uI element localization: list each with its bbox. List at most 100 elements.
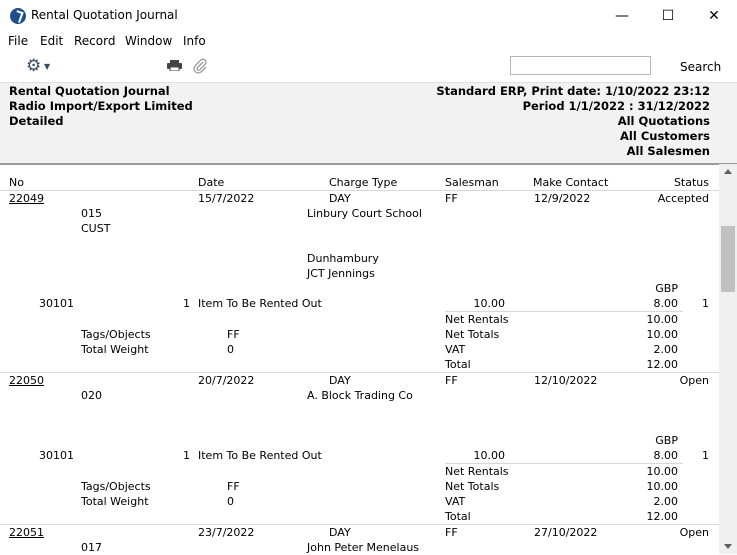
customer-code: 017 <box>81 541 102 554</box>
scroll-down-icon[interactable] <box>724 544 732 549</box>
col-make-contact: Make Contact <box>533 176 609 189</box>
customer-name: Linbury Court School <box>307 207 422 220</box>
customer-category: CUST <box>81 222 111 235</box>
report-body: No Date Charge Type Salesman Make Contac… <box>0 164 719 555</box>
col-date: Date <box>198 176 225 189</box>
scroll-up-icon[interactable] <box>724 169 732 174</box>
item-unit: 1 <box>702 449 709 462</box>
tags-value: FF <box>227 480 240 493</box>
currency: GBP <box>655 282 678 295</box>
charge-type: DAY <box>329 192 351 205</box>
item-qty: 1 <box>183 297 190 310</box>
customer-code: 015 <box>81 207 102 220</box>
report-title: Rental Quotation Journal <box>9 84 170 98</box>
currency: GBP <box>655 434 678 447</box>
total-label: Net Totals <box>445 328 500 341</box>
total-value: 10.00 <box>646 465 679 478</box>
col-no: No <box>9 176 24 189</box>
make-contact-date: 27/10/2022 <box>534 526 598 539</box>
paperclip-icon[interactable] <box>193 58 207 74</box>
divider <box>0 372 719 373</box>
charge-type: DAY <box>329 526 351 539</box>
total-value: 10.00 <box>646 480 679 493</box>
item-qty: 1 <box>183 449 190 462</box>
customer-code: 020 <box>81 389 102 402</box>
close-button[interactable]: ✕ <box>691 0 737 31</box>
total-value: 2.00 <box>653 495 679 508</box>
weight-value: 0 <box>227 495 234 508</box>
menu-record[interactable]: Record <box>74 34 115 48</box>
print-icon[interactable] <box>167 60 182 71</box>
quotation-number-link[interactable]: 22049 <box>9 192 44 205</box>
tags-label: Tags/Objects <box>81 328 151 341</box>
caret-down-icon[interactable]: ▼ <box>44 62 50 71</box>
quotation-number-link[interactable]: 22051 <box>9 526 44 539</box>
status-value: Open <box>679 526 709 539</box>
address-line: Dunhambury <box>307 252 379 265</box>
total-label: Total <box>445 358 471 371</box>
search-input[interactable] <box>510 56 651 75</box>
total-value: 2.00 <box>653 343 679 356</box>
menu-edit[interactable]: Edit <box>40 34 63 48</box>
weight-label: Total Weight <box>81 343 149 356</box>
item-unit: 1 <box>702 297 709 310</box>
minimize-button[interactable]: — <box>599 0 645 31</box>
weight-value: 0 <box>227 343 234 356</box>
make-contact-date: 12/9/2022 <box>534 192 591 205</box>
item-price: 10.00 <box>473 297 506 310</box>
status-value: Open <box>679 374 709 387</box>
company-name: Radio Import/Export Limited <box>9 99 193 113</box>
menu-bar: File Edit Record Window Info <box>0 31 737 51</box>
total-label: Total <box>445 510 471 523</box>
item-sum: 8.00 <box>653 297 679 310</box>
item-code: 30101 <box>39 297 74 310</box>
quotation-number-link[interactable]: 22050 <box>9 374 44 387</box>
search-button[interactable]: Search <box>680 60 721 74</box>
total-label: Net Totals <box>445 480 500 493</box>
item-sum: 8.00 <box>653 449 679 462</box>
quotation-date: 20/7/2022 <box>198 374 255 387</box>
tags-label: Tags/Objects <box>81 480 151 493</box>
toolbar: ⚙ ▼ Search <box>0 51 737 82</box>
customer-name: John Peter Menelaus <box>307 541 420 554</box>
total-value: 12.00 <box>646 510 679 523</box>
maximize-button[interactable]: ☐ <box>645 0 691 31</box>
charge-type: DAY <box>329 374 351 387</box>
col-charge-type: Charge Type <box>329 176 398 189</box>
total-value: 12.00 <box>646 358 679 371</box>
salesman: FF <box>445 526 458 539</box>
filter-salesmen: All Salesmen <box>626 144 710 158</box>
total-label: Net Rentals <box>445 465 509 478</box>
filter-quotations: All Quotations <box>617 114 710 128</box>
total-value: 10.00 <box>646 313 679 326</box>
report-mode: Detailed <box>9 114 64 128</box>
report-header: Rental Quotation Journal Radio Import/Ex… <box>0 82 737 164</box>
menu-info[interactable]: Info <box>183 34 206 48</box>
vertical-scrollbar[interactable] <box>719 164 737 554</box>
total-label: Net Rentals <box>445 313 509 326</box>
tags-value: FF <box>227 328 240 341</box>
menu-window[interactable]: Window <box>125 34 172 48</box>
total-label: VAT <box>445 495 466 508</box>
divider <box>445 311 683 312</box>
make-contact-date: 12/10/2022 <box>534 374 598 387</box>
gear-icon[interactable]: ⚙ <box>26 58 41 75</box>
window-title: Rental Quotation Journal <box>31 8 178 22</box>
scrollbar-thumb[interactable] <box>721 226 735 292</box>
col-salesman: Salesman <box>445 176 499 189</box>
weight-label: Total Weight <box>81 495 149 508</box>
divider <box>445 463 683 464</box>
salesman: FF <box>445 192 458 205</box>
period: Period 1/1/2022 : 31/12/2022 <box>522 99 710 113</box>
total-value: 10.00 <box>646 328 679 341</box>
customer-name: A. Block Trading Co <box>307 389 413 402</box>
divider <box>0 190 719 191</box>
quotation-date: 15/7/2022 <box>198 192 255 205</box>
item-code: 30101 <box>39 449 74 462</box>
title-bar: Rental Quotation Journal — ☐ ✕ <box>0 0 737 31</box>
quotation-date: 23/7/2022 <box>198 526 255 539</box>
col-status: Status <box>673 176 709 189</box>
item-price: 10.00 <box>473 449 506 462</box>
menu-file[interactable]: File <box>8 34 28 48</box>
print-info: Standard ERP, Print date: 1/10/2022 23:1… <box>436 84 710 98</box>
